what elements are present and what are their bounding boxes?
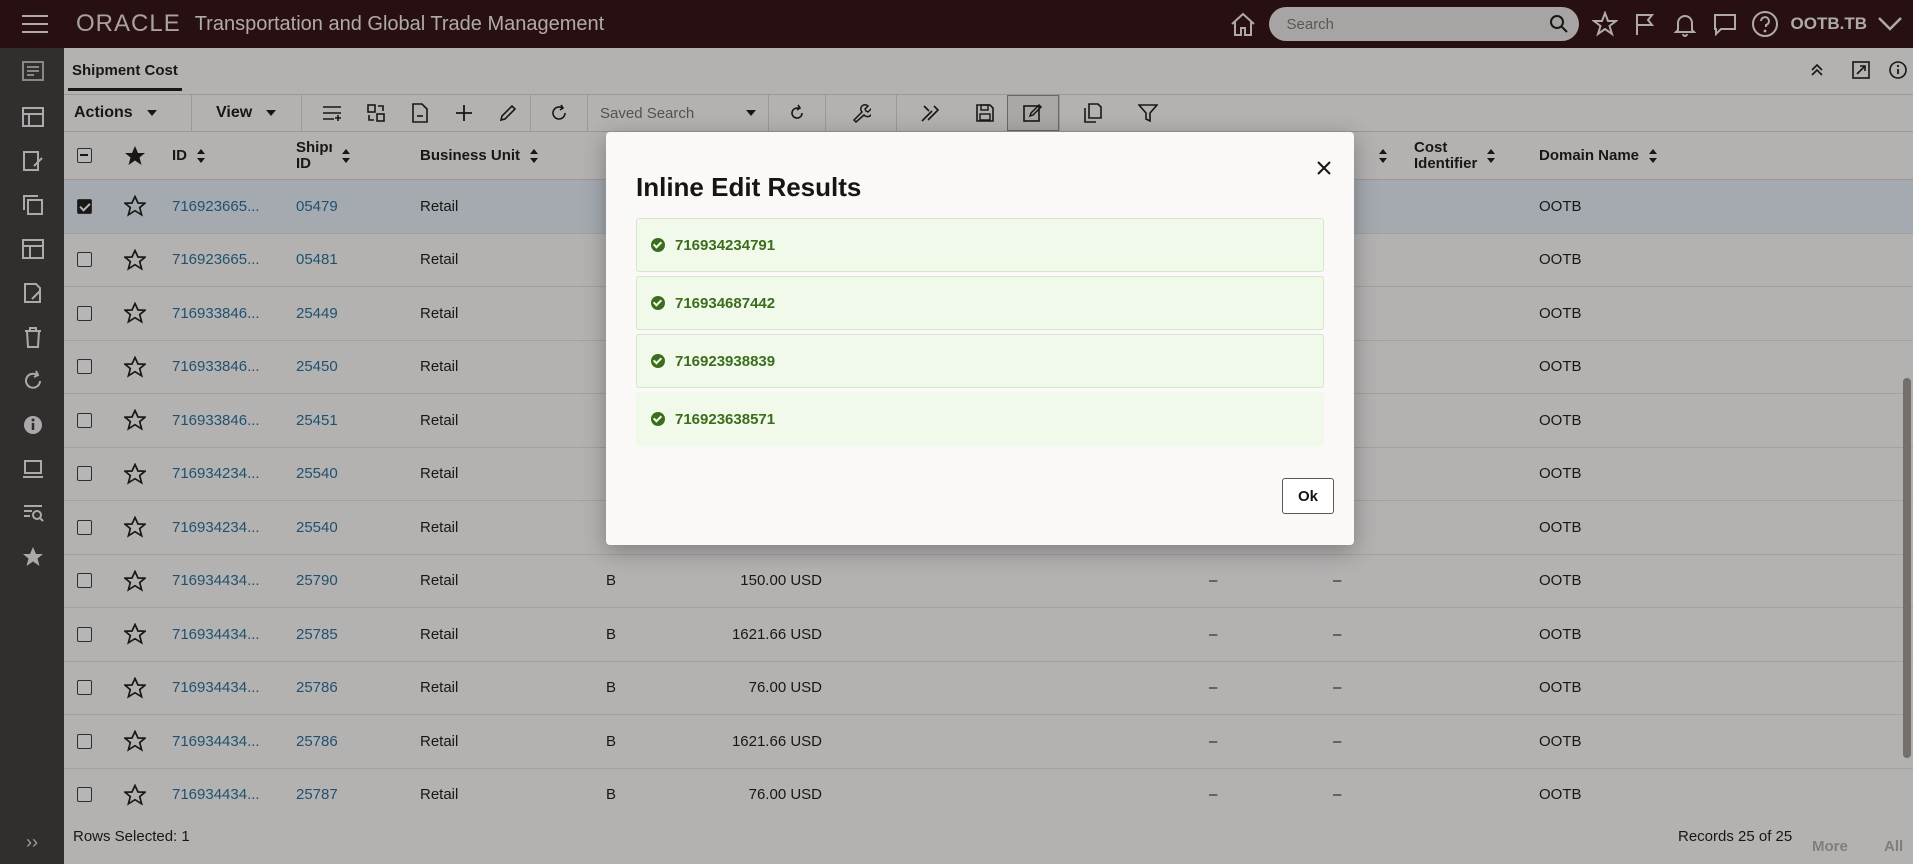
result-item: 716934234791 <box>636 218 1324 272</box>
result-id: 716934234791 <box>675 236 776 254</box>
success-check-icon <box>651 296 665 310</box>
success-check-icon <box>651 412 665 426</box>
result-id: 716934687442 <box>675 294 776 312</box>
ok-button[interactable]: Ok <box>1282 478 1334 514</box>
result-id: 716923638571 <box>675 410 776 428</box>
result-item: 716934687442 <box>636 276 1324 330</box>
dialog-title: Inline Edit Results <box>636 172 862 202</box>
result-id: 716923938839 <box>675 352 776 370</box>
close-icon[interactable] <box>1312 156 1336 180</box>
inline-edit-results-dialog: Inline Edit Results 716934234791 7169346… <box>606 132 1354 545</box>
result-item: 716923638571 <box>636 392 1324 446</box>
success-check-icon <box>651 238 665 252</box>
success-check-icon <box>651 354 665 368</box>
result-item: 716923938839 <box>636 334 1324 388</box>
